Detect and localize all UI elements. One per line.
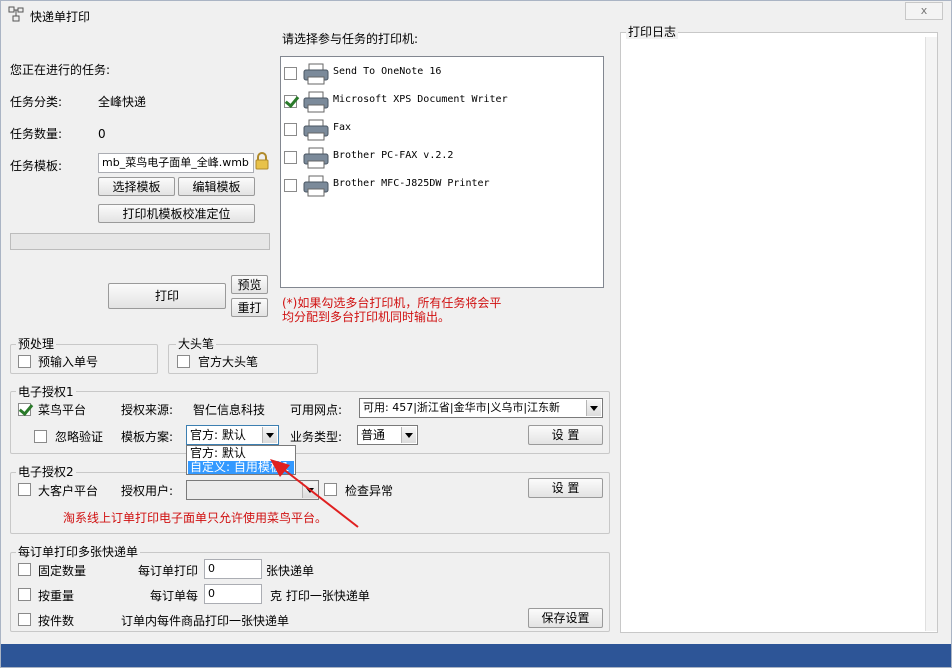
bigclient-checkbox[interactable] xyxy=(18,483,31,496)
printer-icon xyxy=(303,147,329,169)
chevron-down-icon xyxy=(262,427,277,443)
cainiao-label: 菜鸟平台 xyxy=(38,403,87,417)
business-value: 普通 xyxy=(361,428,386,442)
print-button[interactable]: 打印 xyxy=(108,283,226,309)
auth2-settings-button[interactable]: 设 置 xyxy=(528,478,603,498)
business-select[interactable]: 普通 xyxy=(357,425,418,445)
scheme-select[interactable]: 官方: 默认 xyxy=(186,425,279,445)
per-weight-unit: 克 打印一张快递单 xyxy=(270,589,370,603)
printer-checkbox[interactable] xyxy=(284,151,297,164)
printer-note-line2: 均分配到多台打印机同时输出。 xyxy=(282,310,451,324)
printer-note-line1: (*)如果勾选多台打印机，所有任务将会平 xyxy=(282,296,502,310)
printer-checkbox[interactable] xyxy=(284,179,297,192)
printer-checkbox[interactable] xyxy=(284,95,297,108)
printer-heading: 请选择参与任务的打印机: xyxy=(282,32,419,46)
ignore-verify-label: 忽略验证 xyxy=(55,430,104,444)
printer-item[interactable]: Brother PC-FAX v.2.2 xyxy=(281,144,601,170)
template-label: 任务模板: xyxy=(10,159,63,173)
printer-name: Fax xyxy=(333,122,352,133)
category-label: 任务分类: xyxy=(10,95,63,109)
official-bigpen-label: 官方大头笔 xyxy=(198,355,259,369)
printer-icon xyxy=(303,63,329,85)
progress-bar xyxy=(10,233,270,250)
multi-print-title: 每订单打印多张快递单 xyxy=(16,545,141,559)
per-order-input[interactable]: 0 xyxy=(204,559,262,579)
ignore-verify-checkbox[interactable] xyxy=(34,430,47,443)
official-bigpen-checkbox[interactable] xyxy=(177,355,190,368)
pieces-label: 按件数 xyxy=(38,614,75,628)
reprint-button[interactable]: 重打 xyxy=(231,298,268,317)
fixed-count-label: 固定数量 xyxy=(38,564,87,578)
close-button[interactable]: x xyxy=(905,2,943,20)
printer-name: Brother MFC-J825DW Printer xyxy=(333,178,490,189)
bigpen-title: 大头笔 xyxy=(176,337,217,351)
close-icon: x xyxy=(920,4,928,17)
printer-name: Microsoft XPS Document Writer xyxy=(333,94,508,105)
printer-item[interactable]: Send To OneNote 16 xyxy=(281,60,601,86)
printer-name: Send To OneNote 16 xyxy=(333,66,442,77)
printer-list[interactable]: Send To OneNote 16 Microsoft XPS Documen… xyxy=(280,56,604,288)
print-log-title: 打印日志 xyxy=(626,25,679,39)
auth-source-value: 智仁信息科技 xyxy=(193,403,266,417)
preprocess-title: 预处理 xyxy=(16,337,57,351)
app-icon xyxy=(8,6,24,22)
auth2-title: 电子授权2 xyxy=(16,465,76,479)
printer-item[interactable]: Brother MFC-J825DW Printer xyxy=(281,172,601,198)
outlet-value: 可用: 457|浙江省|金华市|义乌市|江东新 xyxy=(363,401,561,414)
per-weight-label: 每订单每 xyxy=(150,589,199,603)
scheme-value: 官方: 默认 xyxy=(190,428,246,442)
printer-item[interactable]: Fax xyxy=(281,116,601,142)
count-label: 任务数量: xyxy=(10,127,63,141)
pieces-checkbox[interactable] xyxy=(18,613,31,626)
printer-checkbox[interactable] xyxy=(284,123,297,136)
category-value: 全峰快递 xyxy=(98,95,147,109)
select-template-button[interactable]: 选择模板 xyxy=(98,177,175,196)
fixed-count-checkbox[interactable] xyxy=(18,563,31,576)
lock-icon xyxy=(255,152,269,170)
chevron-down-icon xyxy=(401,427,416,443)
preinput-label: 预输入单号 xyxy=(38,355,99,369)
count-value: 0 xyxy=(98,127,106,141)
business-label: 业务类型: xyxy=(290,430,343,444)
weight-checkbox[interactable] xyxy=(18,588,31,601)
outlet-select[interactable]: 可用: 457|浙江省|金华市|义乌市|江东新 xyxy=(359,398,603,418)
preinput-checkbox[interactable] xyxy=(18,355,31,368)
preview-button[interactable]: 预览 xyxy=(231,275,268,294)
printer-checkbox[interactable] xyxy=(284,67,297,80)
calibrate-button[interactable]: 打印机模板校准定位 xyxy=(98,204,255,223)
print-log-panel[interactable] xyxy=(620,32,938,633)
printer-name: Brother PC-FAX v.2.2 xyxy=(333,150,454,161)
per-weight-input[interactable]: 0 xyxy=(204,584,262,604)
auth1-title: 电子授权1 xyxy=(16,385,76,399)
bigclient-label: 大客户平台 xyxy=(38,484,99,498)
per-order-unit: 张快递单 xyxy=(266,564,315,578)
printer-item[interactable]: Microsoft XPS Document Writer xyxy=(281,88,601,114)
taskbar xyxy=(0,644,952,668)
weight-label: 按重量 xyxy=(38,589,75,603)
annotation-arrow xyxy=(270,459,359,528)
current-task-label: 您正在进行的任务: xyxy=(10,63,111,77)
log-scrollbar[interactable] xyxy=(925,37,937,631)
auth-source-label: 授权来源: xyxy=(121,403,174,417)
chevron-down-icon xyxy=(586,400,601,416)
edit-template-button[interactable]: 编辑模板 xyxy=(178,177,255,196)
auth-user-label: 授权用户: xyxy=(121,484,174,498)
scheme-label: 模板方案: xyxy=(121,430,174,444)
auth1-settings-button[interactable]: 设 置 xyxy=(528,425,603,445)
outlet-label: 可用网点: xyxy=(290,403,343,417)
window-title: 快递单打印 xyxy=(30,10,91,24)
per-order-label: 每订单打印 xyxy=(138,564,199,578)
cainiao-checkbox[interactable] xyxy=(18,403,31,416)
save-settings-button[interactable]: 保存设置 xyxy=(528,608,603,628)
printer-icon xyxy=(303,91,329,113)
pieces-desc: 订单内每件商品打印一张快递单 xyxy=(121,614,290,628)
printer-icon xyxy=(303,119,329,141)
template-field[interactable]: mb_菜鸟电子面单_全峰.wmb xyxy=(98,153,254,173)
printer-icon xyxy=(303,175,329,197)
title-bar: 快递单打印 x xyxy=(0,0,952,28)
